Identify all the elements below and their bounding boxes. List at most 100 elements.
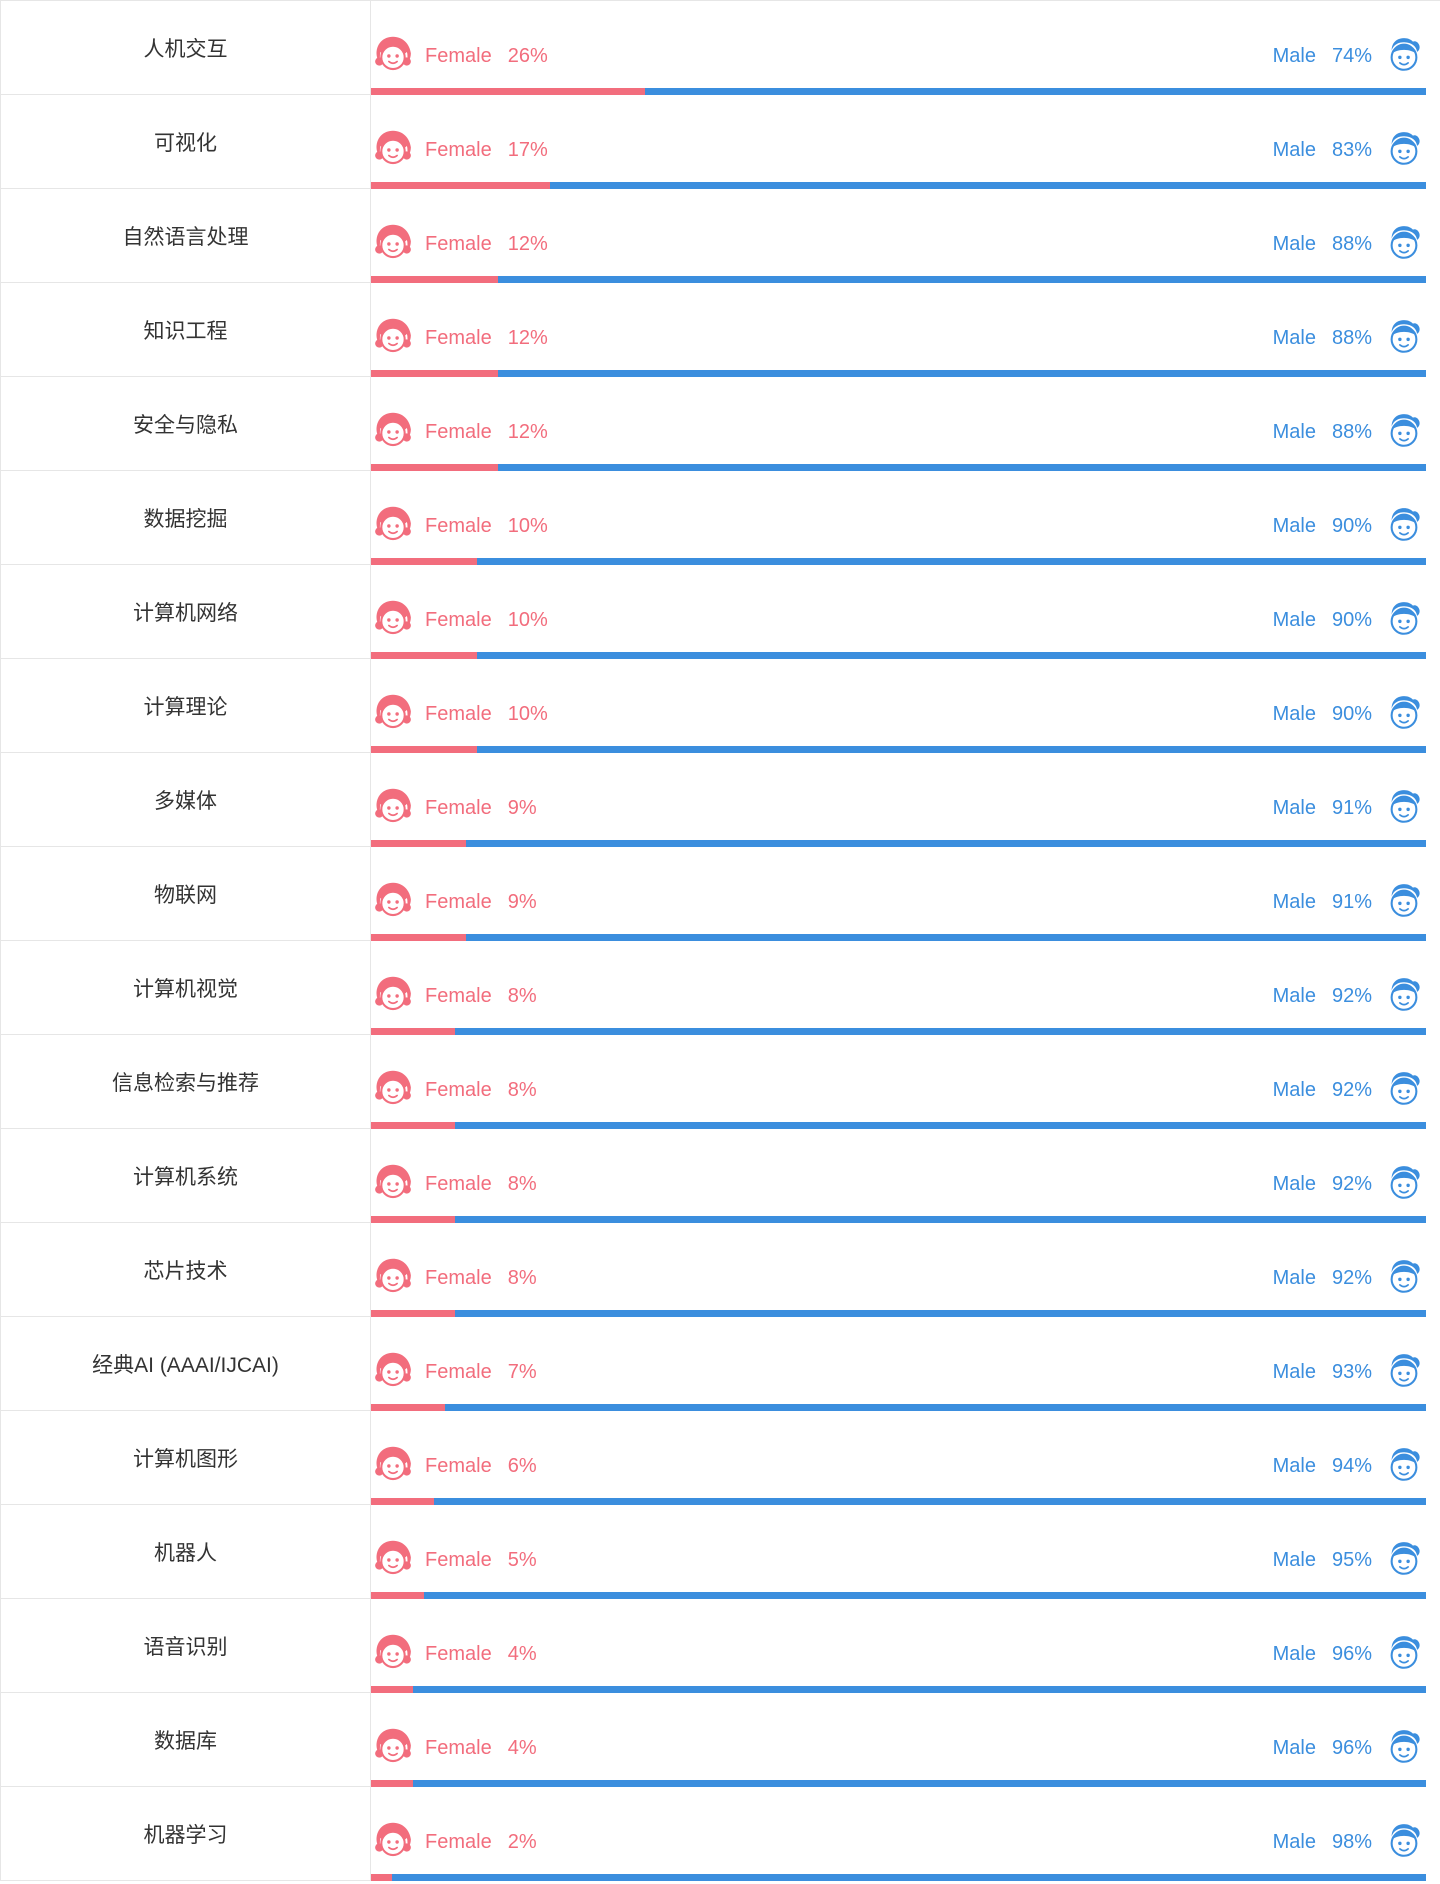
male-percentage: 94%: [1332, 1455, 1372, 1478]
female-bar-segment: [371, 1498, 434, 1505]
bar-cell: Female7% Male93%: [371, 1317, 1440, 1411]
stacked-bar: [371, 558, 1426, 565]
female-percentage: 8%: [508, 1173, 537, 1196]
stacked-bar: [371, 840, 1426, 847]
male-avatar-icon: [1382, 222, 1426, 266]
male-avatar-icon: [1382, 1350, 1426, 1394]
male-avatar-icon: [1382, 1538, 1426, 1582]
male-label: Male: [1273, 1455, 1316, 1478]
male-label: Male: [1273, 891, 1316, 914]
category-label: 语音识别: [1, 1599, 371, 1693]
category-label: 计算机网络: [1, 565, 371, 659]
male-side: Male90%: [1273, 692, 1426, 736]
bar-content: Female9% Male 91%: [371, 880, 1426, 934]
female-side: Female12%: [371, 222, 548, 266]
male-percentage: 92%: [1332, 1173, 1372, 1196]
female-side: Female9%: [371, 786, 537, 830]
bar-cell: Female4%Male96%: [371, 1599, 1440, 1693]
female-avatar-icon: [371, 34, 415, 78]
female-bar-segment: [371, 934, 466, 941]
female-side: Female8%: [371, 1068, 537, 1112]
chart-row: 计算机系统Female8%Male92%: [1, 1129, 1440, 1223]
bar-content: Female8%Male92%: [371, 974, 1426, 1028]
female-bar-segment: [371, 1122, 455, 1129]
female-side: Female12%: [371, 410, 548, 454]
male-side: Male92%: [1273, 1256, 1426, 1300]
bar-cell: Female12%Male88%: [371, 283, 1440, 377]
female-bar-segment: [371, 1404, 445, 1411]
male-side: Male92%: [1273, 1162, 1426, 1206]
male-avatar-icon: [1382, 786, 1426, 830]
bar-content: Female8%Male92%: [371, 1256, 1426, 1310]
bar-content: Female12%Male88%: [371, 316, 1426, 370]
male-label: Male: [1273, 609, 1316, 632]
chart-row: 机器人Female5%Male95%: [1, 1505, 1440, 1599]
chart-row: 芯片技术Female8%Male92%: [1, 1223, 1440, 1317]
male-percentage: 92%: [1332, 985, 1372, 1008]
female-avatar-icon: [371, 128, 415, 172]
female-side: Female9%: [371, 880, 537, 924]
female-avatar-icon: [371, 974, 415, 1018]
bar-content: Female17%Male83%: [371, 128, 1426, 182]
male-avatar-icon: [1382, 974, 1426, 1018]
female-label: Female: [425, 797, 492, 820]
male-avatar-icon: [1382, 1726, 1426, 1770]
female-label: Female: [425, 703, 492, 726]
male-percentage: 92%: [1332, 1079, 1372, 1102]
stacked-bar: [371, 1780, 1426, 1787]
female-bar-segment: [371, 464, 498, 471]
bar-content: Female8%Male92%: [371, 1162, 1426, 1216]
female-bar-segment: [371, 1780, 413, 1787]
male-label: Male: [1273, 139, 1316, 162]
female-percentage: 10%: [508, 703, 548, 726]
category-label: 可视化: [1, 95, 371, 189]
female-percentage: 8%: [508, 1267, 537, 1290]
male-percentage: 90%: [1332, 609, 1372, 632]
stacked-bar: [371, 746, 1426, 753]
male-label: Male: [1273, 1737, 1316, 1760]
male-percentage: 83%: [1332, 139, 1372, 162]
female-avatar-icon: [371, 1256, 415, 1300]
female-label: Female: [425, 985, 492, 1008]
male-label: Male: [1273, 797, 1316, 820]
bar-content: Female 10% Male90%: [371, 692, 1426, 746]
male-percentage: 88%: [1332, 233, 1372, 256]
male-side: Male96%: [1273, 1632, 1426, 1676]
chart-row: 机器学习Female2%Male98%: [1, 1787, 1440, 1881]
female-side: Female7%: [371, 1350, 537, 1394]
female-percentage: 4%: [508, 1737, 537, 1760]
male-side: Male93%: [1273, 1350, 1426, 1394]
female-percentage: 7%: [508, 1361, 537, 1384]
male-label: Male: [1273, 1267, 1316, 1290]
female-avatar-icon: [371, 1726, 415, 1770]
male-avatar-icon: [1382, 410, 1426, 454]
chart-row: 语音识别Female4%Male96%: [1, 1599, 1440, 1693]
female-avatar-icon: [371, 1350, 415, 1394]
male-label: Male: [1273, 1831, 1316, 1854]
bar-content: Female26%Male74%: [371, 34, 1426, 88]
female-label: Female: [425, 609, 492, 632]
female-percentage: 9%: [508, 891, 537, 914]
category-label: 计算机系统: [1, 1129, 371, 1223]
female-avatar-icon: [371, 598, 415, 642]
female-side: Female12%: [371, 316, 548, 360]
male-label: Male: [1273, 1079, 1316, 1102]
bar-cell: Female8%Male92%: [371, 1223, 1440, 1317]
bar-cell: Female2%Male98%: [371, 1787, 1440, 1881]
bar-content: Female9%Male91%: [371, 786, 1426, 840]
bar-content: Female6%Male94%: [371, 1444, 1426, 1498]
bar-content: Female4%Male96%: [371, 1632, 1426, 1686]
female-label: Female: [425, 327, 492, 350]
male-percentage: 96%: [1332, 1737, 1372, 1760]
female-avatar-icon: [371, 786, 415, 830]
bar-content: Female12%Male88%: [371, 410, 1426, 464]
male-avatar-icon: [1382, 692, 1426, 736]
stacked-bar: [371, 182, 1426, 189]
chart-row: 安全与隐私Female12%Male88%: [1, 377, 1440, 471]
category-label: 芯片技术: [1, 1223, 371, 1317]
bar-content: Female4%Male96%: [371, 1726, 1426, 1780]
male-label: Male: [1273, 233, 1316, 256]
chart-row: 自然语言处理Female12%Male88%: [1, 189, 1440, 283]
bar-content: Female8% Male 92%: [371, 1068, 1426, 1122]
male-percentage: 91%: [1332, 891, 1372, 914]
